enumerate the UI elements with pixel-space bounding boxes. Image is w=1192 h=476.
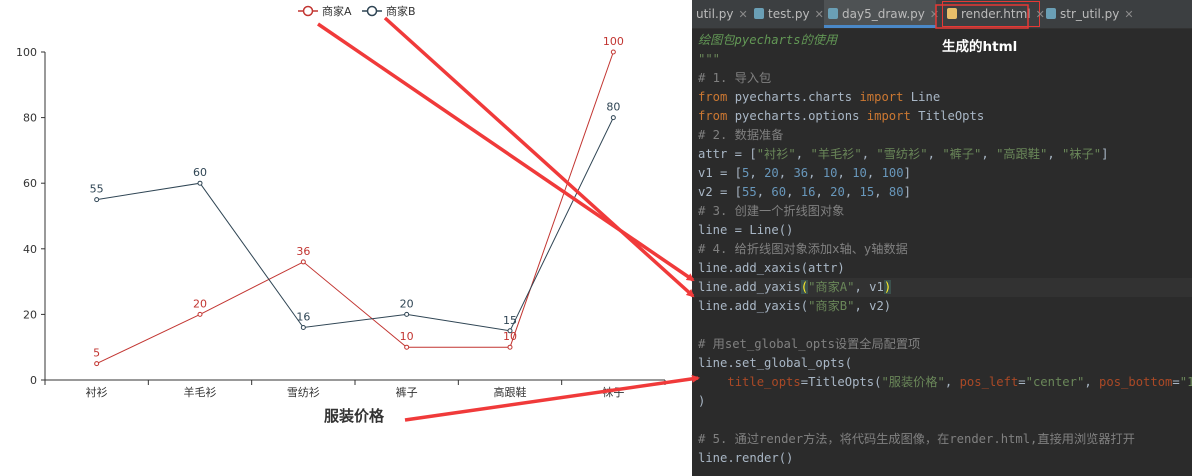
data-point[interactable] [404,311,410,317]
data-label: 100 [603,35,624,48]
code-line[interactable]: attr = ["衬衫", "羊毛衫", "雪纺衫", "裤子", "高跟鞋",… [698,145,1108,164]
editor-tab-label: render.html [961,7,1031,21]
code-line[interactable]: v2 = [55, 60, 16, 20, 15, 80] [698,183,911,202]
y-tick-label: 40 [23,243,37,256]
code-line[interactable]: title_opts=TitleOpts("服装价格", pos_left="c… [698,373,1192,392]
data-label: 55 [90,183,104,196]
data-point[interactable] [94,197,100,203]
y-tick-label: 60 [23,177,37,190]
data-label: 15 [503,314,517,327]
editor-tab[interactable]: util.py ✕ [692,0,748,28]
python-file-icon [828,8,838,19]
data-label: 80 [606,101,620,114]
editor-tab-label: day5_draw.py [842,7,925,21]
editor-tab[interactable]: render.html ✕ [942,1,1045,27]
code-line[interactable]: # 1. 导入包 [698,69,771,88]
data-point[interactable] [610,115,616,121]
code-line[interactable]: # 5. 通过render方法，将代码生成图像，在render.html,直接用… [698,430,1135,449]
code-line[interactable]: line = Line() [698,221,793,240]
x-tick-label: 裤子 [396,385,418,399]
legend-label[interactable]: 商家B [386,4,416,18]
data-label: 16 [296,311,310,324]
close-tab-icon[interactable]: ✕ [1124,8,1133,21]
chart-legend: 商家A 商家B [298,4,416,18]
python-file-icon [754,8,764,19]
x-tick-label: 羊毛衫 [184,385,217,399]
code-line[interactable]: line.set_global_opts( [698,354,852,373]
code-line[interactable]: # 2. 数据准备 [698,126,783,145]
editor-tab[interactable]: str_util.py ✕ [1042,0,1138,28]
editor-tab-bar: util.py ✕ test.py ✕ day5_draw.py ✕ render.html… [692,0,1192,29]
code-line[interactable]: # 4. 给折线图对象添加x轴、y轴数据 [698,240,908,259]
chart-panel: 商家A 商家B 0 20 40 60 80 100 衬衫 羊毛衫 雪纺衫 裤子 高跟鞋 袜子 5 20 3… [0,0,692,476]
code-line[interactable]: line.add_yaxis("商家B", v2) [698,297,891,316]
close-tab-icon[interactable]: ✕ [930,8,939,21]
data-label: 36 [296,245,310,258]
x-tick-label: 袜子 [602,385,624,399]
data-point[interactable] [507,344,513,350]
code-line[interactable]: line.render() [698,449,793,468]
editor-tab-label: str_util.py [1060,7,1120,21]
editor-tab[interactable]: test.py ✕ [750,0,824,28]
data-point[interactable] [197,311,203,317]
x-tick-label: 高跟鞋 [494,385,527,399]
data-point[interactable] [300,259,306,265]
editor-tab-label: test.py [768,7,810,21]
x-axis: 衬衫 羊毛衫 雪纺衫 裤子 高跟鞋 袜子 [44,379,666,399]
code-editor[interactable]: util.py ✕ test.py ✕ day5_draw.py ✕ render.html… [692,0,1192,476]
annotation-generated-html: 生成的html [942,39,1018,55]
x-tick-label: 雪纺衫 [287,385,320,399]
chart-title: 服装价格 [324,407,385,425]
code-line[interactable]: line.add_xaxis(attr) [698,259,845,278]
python-file-icon [1046,8,1056,19]
legend-marker-icon[interactable] [366,5,378,17]
data-point[interactable] [94,361,100,367]
y-tick-label: 100 [16,46,37,59]
close-tab-icon[interactable]: ✕ [739,8,748,21]
code-line[interactable]: """ [698,50,720,69]
code-area[interactable]: 绘图包pyecharts的使用 """ # 1. 导入包 from pyecharts… [692,28,1192,476]
code-line[interactable]: from pyecharts.charts import Line [698,88,940,107]
data-label: 10 [400,330,414,343]
data-point[interactable] [300,325,306,331]
html-file-icon [947,8,957,19]
code-line[interactable]: line.add_yaxis("商家A", v1) [698,278,892,297]
code-line[interactable]: # 用set_global_opts设置全局配置项 [698,335,920,354]
editor-tab[interactable]: day5_draw.py ✕ [824,0,939,28]
code-line[interactable]: ) [698,392,705,411]
editor-tab-label: util.py [696,7,734,21]
y-tick-label: 0 [30,374,37,387]
legend-marker-icon[interactable] [302,5,314,17]
code-line[interactable]: # 3. 创建一个折线图对象 [698,202,844,221]
code-line[interactable]: v1 = [5, 20, 36, 10, 10, 100] [698,164,911,183]
data-label: 20 [193,297,207,310]
data-point[interactable] [404,344,410,350]
data-label: 5 [93,347,100,360]
series-line [96,117,614,332]
x-tick-label: 衬衫 [86,386,108,399]
data-label: 20 [400,297,414,310]
data-point[interactable] [610,49,616,55]
series-layer: 5203610 10100556016201580 [90,35,624,367]
data-label: 60 [193,166,207,179]
y-tick-label: 20 [23,308,37,321]
code-line[interactable]: 绘图包pyecharts的使用 [698,31,837,50]
data-point[interactable] [507,328,513,334]
code-line[interactable]: from pyecharts.options import TitleOpts [698,107,984,126]
series-line [96,51,614,365]
legend-label[interactable]: 商家A [322,4,352,18]
y-axis: 0 20 40 60 80 100 [16,46,46,387]
line-chart: 商家A 商家B 0 20 40 60 80 100 衬衫 羊毛衫 雪纺衫 裤子 高跟鞋 袜子 5 20 3… [16,4,666,425]
close-tab-icon[interactable]: ✕ [815,8,824,21]
data-point[interactable] [197,180,203,186]
y-tick-label: 80 [23,112,37,125]
